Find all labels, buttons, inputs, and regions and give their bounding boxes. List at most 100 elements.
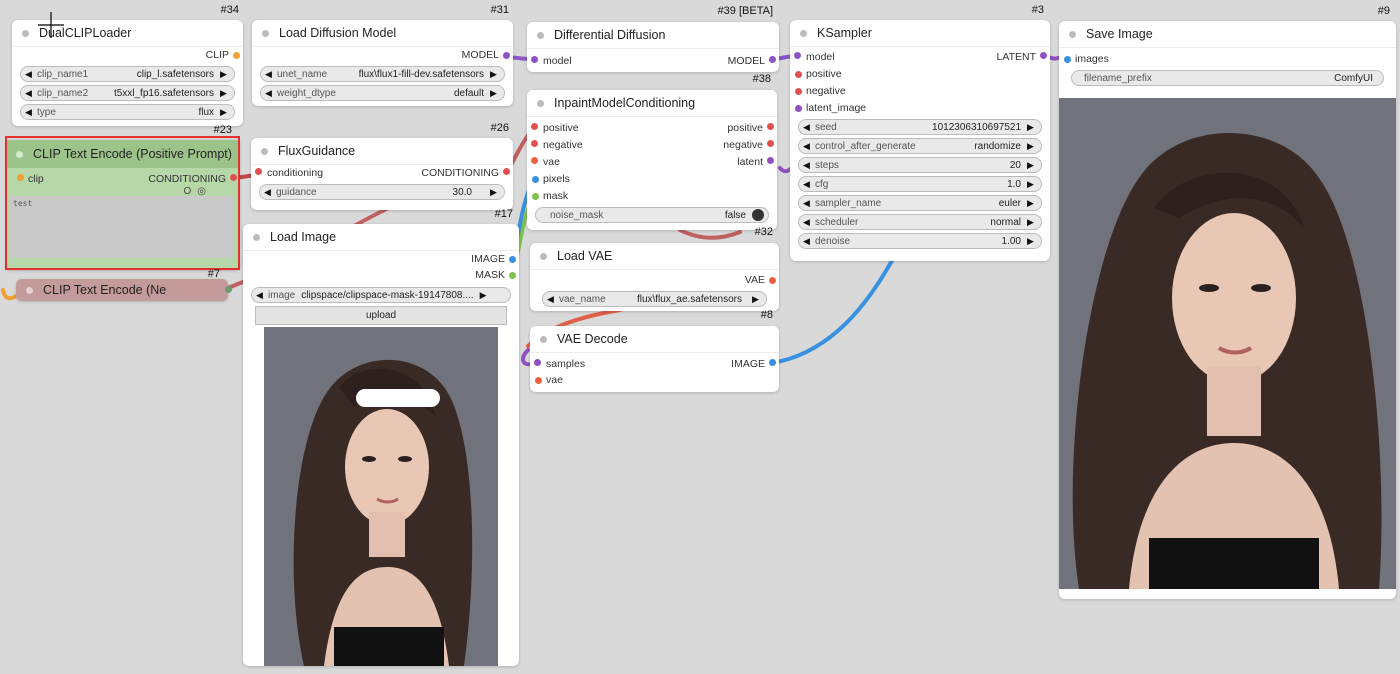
arrow-right-icon[interactable]: ▶	[490, 88, 500, 99]
node-differential-diffusion[interactable]: #39 [BETA] Differential Diffusion model …	[527, 5, 779, 72]
collapse-dot-icon[interactable]	[800, 29, 807, 37]
output-latent[interactable]: latent	[737, 156, 774, 168]
arrow-right-icon[interactable]: ▶	[480, 290, 490, 301]
output-positive[interactable]: positive	[727, 122, 774, 134]
node-title-bar[interactable]: FluxGuidance	[251, 138, 513, 165]
arrow-left-icon[interactable]: ◀	[803, 141, 813, 152]
toggle-knob-icon[interactable]	[752, 209, 764, 221]
output-image[interactable]: IMAGE	[731, 358, 776, 370]
unet-name-combo[interactable]: ◀ unet_name flux\flux1-fill-dev.safetensor…	[260, 66, 505, 82]
arrow-right-icon[interactable]: ▶	[220, 69, 230, 80]
node-flux-guidance[interactable]: #26 FluxGuidance conditioning CONDITIONI…	[251, 122, 513, 210]
input-slot-icon[interactable]	[532, 192, 539, 200]
arrow-right-icon[interactable]: ▶	[1027, 141, 1037, 152]
input-negative[interactable]: negative	[531, 139, 583, 151]
collapse-dot-icon[interactable]	[540, 252, 547, 260]
input-latent-image[interactable]: latent_image	[790, 100, 1050, 116]
output-slot-icon[interactable]	[767, 140, 774, 147]
filename-prefix-text[interactable]: filename_prefix ComfyUI	[1071, 70, 1384, 86]
input-positive[interactable]: positive	[790, 66, 1050, 82]
input-vae[interactable]: vae	[531, 156, 560, 168]
output-slot-icon[interactable]	[767, 157, 774, 164]
arrow-left-icon[interactable]: ◀	[265, 69, 275, 80]
collapse-dot-icon[interactable]	[1069, 30, 1076, 38]
input-slot-icon[interactable]	[531, 157, 538, 164]
node-save-image[interactable]: #9 Save Image images filename_prefix Comf…	[1059, 5, 1396, 599]
arrow-right-icon[interactable]: ▶	[1027, 122, 1037, 133]
input-pixels[interactable]: pixels	[527, 171, 777, 187]
arrow-left-icon[interactable]: ◀	[264, 187, 274, 198]
arrow-right-icon[interactable]: ▶	[1027, 236, 1037, 247]
upload-button[interactable]: upload	[255, 306, 507, 325]
input-slot-icon[interactable]	[1064, 55, 1071, 63]
output-model[interactable]: MODEL	[252, 47, 513, 63]
output-slot-icon[interactable]	[769, 56, 776, 63]
arrow-left-icon[interactable]: ◀	[25, 69, 35, 80]
arrow-right-icon[interactable]: ▶	[1027, 217, 1037, 228]
arrow-left-icon[interactable]: ◀	[803, 236, 813, 247]
node-ksampler[interactable]: #3 KSampler model LATENT positive negati…	[790, 4, 1050, 261]
output-slot-icon[interactable]	[225, 286, 232, 293]
output-slot-icon[interactable]	[767, 123, 774, 130]
arrow-right-icon[interactable]: ▶	[220, 107, 230, 118]
node-title-bar[interactable]: Load Image	[243, 224, 519, 251]
node-load-diffusion-model[interactable]: #31 Load Diffusion Model MODEL ◀ unet_nam…	[252, 4, 513, 106]
seed-number[interactable]: ◀ seed 1012306310697521 ▶	[798, 119, 1042, 135]
collapse-dot-icon[interactable]	[261, 147, 268, 155]
arrow-left-icon[interactable]: ◀	[803, 217, 813, 228]
collapse-dot-icon[interactable]	[262, 29, 269, 37]
arrow-right-icon[interactable]: ▶	[1027, 179, 1037, 190]
node-inpaint-model-conditioning[interactable]: #38 InpaintModelConditioning positive po…	[527, 73, 777, 230]
guidance-number[interactable]: ◀ guidance 30.0 ▶	[259, 184, 505, 200]
input-slot-icon[interactable]	[534, 359, 541, 366]
control-after-generate-combo[interactable]: ◀ control_after_generate randomize ▶	[798, 138, 1042, 154]
input-slot-icon[interactable]	[795, 104, 802, 112]
output-slot-icon[interactable]	[233, 51, 240, 59]
input-slot-icon[interactable]	[795, 70, 802, 78]
input-slot-icon[interactable]	[531, 140, 538, 147]
input-mask[interactable]: mask	[527, 188, 777, 204]
arrow-right-icon[interactable]: ▶	[1027, 160, 1037, 171]
input-slot-icon[interactable]	[535, 376, 542, 384]
node-title-bar[interactable]: VAE Decode	[530, 326, 779, 353]
arrow-left-icon[interactable]: ◀	[256, 290, 266, 301]
output-conditioning[interactable]: CONDITIONING	[421, 167, 510, 179]
arrow-left-icon[interactable]: ◀	[265, 88, 275, 99]
arrow-left-icon[interactable]: ◀	[803, 179, 813, 190]
arrow-right-icon[interactable]: ▶	[1027, 198, 1037, 209]
collapse-dot-icon[interactable]	[253, 233, 260, 241]
node-title-bar[interactable]: CLIP Text Encode (Ne	[16, 279, 228, 301]
arrow-left-icon[interactable]: ◀	[803, 122, 813, 133]
denoise-number[interactable]: ◀ denoise 1.00 ▶	[798, 233, 1042, 249]
image-combo[interactable]: ◀ image clipspace/clipspace-mask-19147808.…	[251, 287, 511, 303]
input-negative[interactable]: negative	[790, 83, 1050, 99]
input-slot-icon[interactable]	[255, 168, 262, 175]
type-combo[interactable]: ◀ type flux ▶	[20, 104, 235, 120]
collapse-dot-icon[interactable]	[537, 99, 544, 107]
node-title-bar[interactable]: Load VAE	[530, 243, 779, 270]
arrow-left-icon[interactable]: ◀	[547, 294, 557, 305]
node-load-vae[interactable]: #32 Load VAE VAE ◀ vae_name flux\flux_ae.s…	[530, 226, 779, 311]
clip-name2-combo[interactable]: ◀ clip_name2 t5xxl_fp16.safetensors ▶	[20, 85, 235, 101]
steps-number[interactable]: ◀ steps 20 ▶	[798, 157, 1042, 173]
input-images[interactable]: images	[1059, 51, 1396, 67]
input-model[interactable]: model	[794, 51, 835, 63]
sampler-name-combo[interactable]: ◀ sampler_name euler ▶	[798, 195, 1042, 211]
output-slot-icon[interactable]	[509, 255, 516, 263]
output-slot-icon[interactable]	[503, 51, 510, 59]
output-slot-icon[interactable]	[503, 168, 510, 175]
input-slot-icon[interactable]	[531, 56, 538, 63]
arrow-right-icon[interactable]: ▶	[220, 88, 230, 99]
output-slot-icon[interactable]	[1040, 52, 1047, 59]
vae-name-combo[interactable]: ◀ vae_name flux\flux_ae.safetensors ▶	[542, 291, 767, 307]
output-negative[interactable]: negative	[723, 139, 774, 151]
arrow-left-icon[interactable]: ◀	[803, 198, 813, 209]
output-slot-icon[interactable]	[769, 359, 776, 366]
cfg-number[interactable]: ◀ cfg 1.0 ▶	[798, 176, 1042, 192]
output-vae[interactable]: VAE	[530, 272, 779, 288]
node-title-bar[interactable]: Save Image	[1059, 21, 1396, 48]
noise-mask-toggle[interactable]: noise_mask false	[535, 207, 769, 223]
output-clip[interactable]: CLIP	[12, 47, 243, 63]
collapse-dot-icon[interactable]	[26, 286, 33, 294]
arrow-right-icon[interactable]: ▶	[752, 294, 762, 305]
